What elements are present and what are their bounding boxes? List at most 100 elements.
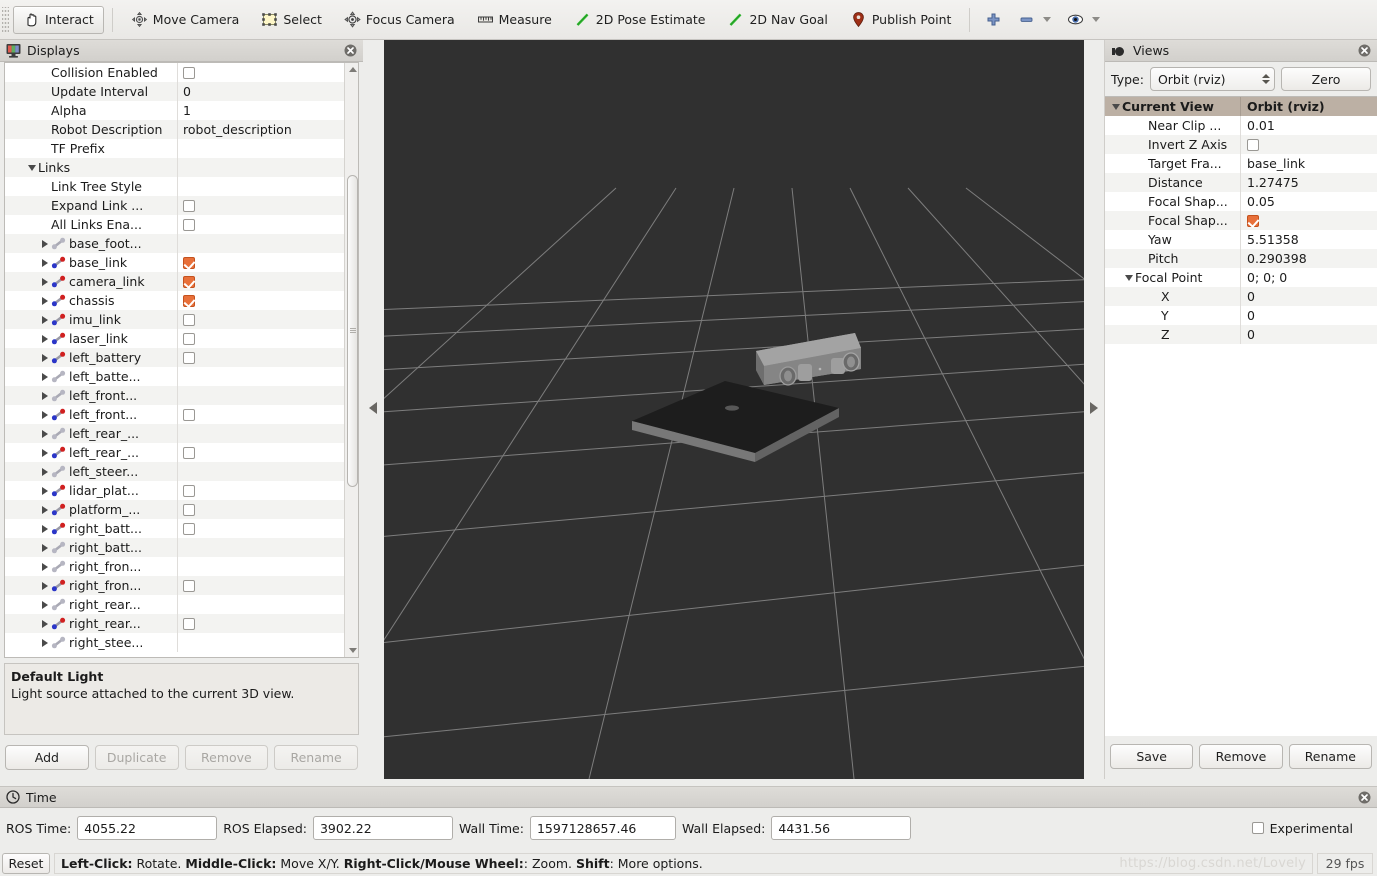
row-checkbox[interactable] [183,66,195,79]
row-checkbox[interactable] [183,522,195,535]
views-row[interactable]: Y0 [1105,306,1377,325]
display-row[interactable]: Link Tree Style [5,177,358,196]
views-row-value[interactable]: 0.290398 [1240,249,1377,268]
twisty-collapsed-icon[interactable] [39,277,51,286]
chevron-down-icon[interactable] [1043,17,1052,22]
views-row[interactable]: X0 [1105,287,1377,306]
add-button[interactable]: Add [5,745,89,770]
views-row[interactable]: Invert Z Axis [1105,135,1377,154]
display-row-value[interactable] [177,386,358,405]
scroll-up-icon[interactable] [348,67,357,72]
display-row-value[interactable] [177,576,358,595]
display-row-value[interactable]: robot_description [177,120,358,139]
row-checkbox[interactable] [183,408,195,421]
display-row-value[interactable]: 1 [177,101,358,120]
views-row-value[interactable]: 0.01 [1240,116,1377,135]
row-checkbox[interactable] [183,351,195,364]
row-checkbox[interactable] [1247,138,1259,151]
row-checkbox[interactable] [183,579,195,592]
display-row[interactable]: Alpha 1 [5,101,358,120]
twisty-collapsed-icon[interactable] [39,429,51,438]
twisty-expanded-icon[interactable] [1123,274,1135,281]
display-row-value[interactable] [177,63,358,82]
row-checkbox[interactable] [183,617,195,630]
views-row[interactable]: Focal Shap... [1105,211,1377,230]
display-row-value[interactable] [177,158,358,177]
twisty-expanded-icon[interactable] [1110,103,1122,110]
display-row-value[interactable] [177,272,358,291]
collapse-right-icon[interactable] [1090,402,1098,414]
toolbar-drag-grip[interactable] [2,6,9,33]
close-icon[interactable] [1358,791,1371,804]
views-row-value[interactable]: 5.51358 [1240,230,1377,249]
tool-2d-pose-estimate[interactable]: 2D Pose Estimate [564,6,716,34]
display-row-value[interactable] [177,348,358,367]
remove-tool-button[interactable] [1011,6,1058,34]
display-row[interactable]: Update Interval 0 [5,82,358,101]
close-icon[interactable] [1358,44,1371,57]
display-row[interactable]: laser_link [5,329,358,348]
display-row-value[interactable] [177,177,358,196]
display-row[interactable]: Links [5,158,358,177]
display-row[interactable]: right_rear... [5,595,358,614]
row-checkbox[interactable] [183,313,195,326]
views-row[interactable]: Yaw 5.51358 [1105,230,1377,249]
add-tool-button[interactable] [978,6,1009,34]
display-row[interactable]: Collision Enabled [5,63,358,82]
tool-focus-camera[interactable]: Focus Camera [334,6,465,34]
display-row-value[interactable] [177,500,358,519]
display-row[interactable]: imu_link [5,310,358,329]
row-checkbox[interactable] [1247,214,1259,227]
display-row-value[interactable] [177,291,358,310]
display-row-value[interactable] [177,424,358,443]
views-row[interactable]: Distance 1.27475 [1105,173,1377,192]
save-view-button[interactable]: Save [1110,744,1194,769]
tool-measure[interactable]: Measure [467,6,562,34]
twisty-collapsed-icon[interactable] [39,524,51,533]
row-checkbox[interactable] [183,446,195,459]
close-icon[interactable] [344,44,357,57]
tool-interact[interactable]: Interact [13,5,104,34]
display-row[interactable]: left_battery [5,348,358,367]
display-row-value[interactable] [177,481,358,500]
views-row[interactable]: Near Clip ... 0.01 [1105,116,1377,135]
display-row-value[interactable] [177,538,358,557]
remove-view-button[interactable]: Remove [1199,744,1283,769]
display-row[interactable]: right_batt... [5,519,358,538]
display-row-value[interactable] [177,443,358,462]
scroll-down-icon[interactable] [348,648,357,653]
display-row[interactable]: left_front... [5,405,358,424]
display-row-value[interactable] [177,310,358,329]
display-row-value[interactable] [177,329,358,348]
display-row[interactable]: right_rear... [5,614,358,633]
views-row-value[interactable]: base_link [1240,154,1377,173]
twisty-collapsed-icon[interactable] [39,638,51,647]
display-row[interactable]: right_fron... [5,576,358,595]
display-row-value[interactable] [177,215,358,234]
twisty-collapsed-icon[interactable] [39,486,51,495]
views-row[interactable]: Focal Shap... 0.05 [1105,192,1377,211]
views-row-value[interactable]: 0 [1240,306,1377,325]
views-row-value[interactable] [1240,211,1377,230]
row-checkbox[interactable] [183,218,195,231]
collapse-left-icon[interactable] [369,402,377,414]
twisty-collapsed-icon[interactable] [39,581,51,590]
twisty-collapsed-icon[interactable] [39,353,51,362]
twisty-collapsed-icon[interactable] [39,448,51,457]
display-row-value[interactable] [177,633,358,652]
time-field-input[interactable]: 1597128657.46 [529,816,676,840]
display-row-value[interactable] [177,614,358,633]
views-row[interactable]: Pitch 0.290398 [1105,249,1377,268]
display-row-value[interactable] [177,462,358,481]
display-row[interactable]: base_foot... [5,234,358,253]
views-row[interactable]: Z0 [1105,325,1377,344]
display-row-value[interactable] [177,519,358,538]
display-row[interactable]: Robot Description robot_description [5,120,358,139]
display-row[interactable]: right_fron... [5,557,358,576]
views-row-value[interactable]: Orbit (rviz) [1240,97,1377,116]
views-tree-header[interactable]: Current View Orbit (rviz) [1105,97,1377,116]
display-row[interactable]: camera_link [5,272,358,291]
display-row[interactable]: left_front... [5,386,358,405]
display-row[interactable]: left_rear_... [5,443,358,462]
display-row-value[interactable] [177,234,358,253]
